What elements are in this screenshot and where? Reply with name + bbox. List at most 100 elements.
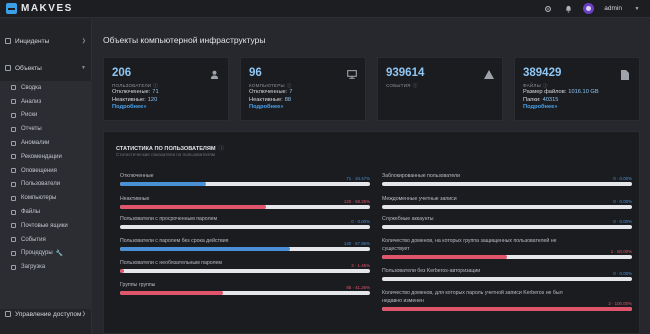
bell-icon[interactable] bbox=[563, 3, 573, 14]
info-icon[interactable]: ⓘ bbox=[153, 83, 158, 88]
info-icon[interactable]: ⓘ bbox=[219, 146, 225, 152]
sidebar-item[interactable]: Пользователи bbox=[0, 178, 92, 192]
warning-icon bbox=[484, 70, 494, 79]
user-stats-panel: СТАТИСТИКА ПО ПОЛЬЗОВАТЕЛЯМ ⓘ Статистичес… bbox=[103, 131, 640, 334]
computers-details-link[interactable]: Подробнее» bbox=[249, 104, 283, 110]
stat-value: 0 · 0.00% bbox=[613, 219, 632, 224]
chevron-down-icon[interactable]: ▼ bbox=[632, 3, 642, 14]
stat-row[interactable]: Количество доменов, для которых пароль у… bbox=[382, 290, 632, 312]
stat-row[interactable]: Пользователи с просроченным паролем 0 · 0… bbox=[120, 216, 370, 230]
stat-row[interactable]: Пользователи без Kerberos-авторизации 0 ·… bbox=[382, 268, 632, 282]
mailbox-icon bbox=[11, 223, 16, 229]
sidebar-item[interactable]: Компьютеры bbox=[0, 191, 92, 205]
progress-fill bbox=[120, 291, 224, 295]
sidebar-item[interactable]: Почтовые ящики bbox=[0, 219, 92, 233]
stats-subtitle: Статистические показатели по пользовател… bbox=[116, 152, 215, 157]
line-value: 120 bbox=[147, 97, 158, 103]
sidebar-section-label: Управление доступом bbox=[15, 310, 82, 318]
progress-bar bbox=[120, 182, 370, 186]
sidebar-section-incidents[interactable]: Инциденты ❯ bbox=[0, 34, 92, 48]
recommend-icon bbox=[11, 154, 16, 160]
sidebar-item[interactable]: Аномалии bbox=[0, 136, 92, 150]
sidebar-item[interactable]: Оповещения bbox=[0, 164, 92, 178]
files-icon bbox=[11, 209, 16, 215]
users-card: 206 ПОЛЬЗОВАТЕЛИ ⓘ Отключенные: 71 Неактив… bbox=[103, 57, 229, 121]
stat-row[interactable]: Служебные аккаунты 0 · 0.00% bbox=[382, 216, 632, 230]
sidebar-section-objects[interactable]: Объекты ▼ bbox=[0, 61, 92, 75]
events-count: 939614 bbox=[386, 67, 425, 79]
progress-fill bbox=[120, 205, 266, 209]
sidebar-list: Сводка Анализ Риски Отчеты Аномалии Рекоменда… bbox=[0, 81, 92, 309]
progress-bar bbox=[120, 225, 370, 229]
stat-value: 3 · 1.46% bbox=[351, 263, 370, 268]
sidebar-item[interactable]: Сводка bbox=[0, 81, 92, 95]
card-label-text: ПОЛЬЗОВАТЕЛИ bbox=[112, 83, 152, 88]
line-label: Папки: bbox=[523, 97, 541, 103]
info-icon[interactable]: ⓘ bbox=[413, 83, 418, 88]
users-details-link[interactable]: Подробнее» bbox=[112, 104, 146, 110]
sidebar-item-label: Файлы bbox=[21, 209, 41, 216]
chevron-right-icon: ❯ bbox=[81, 38, 86, 44]
stat-row[interactable]: Отключенные 71 · 34.47% bbox=[120, 173, 370, 187]
progress-bar bbox=[120, 205, 370, 209]
sidebar-item-label: Почтовые ящики bbox=[21, 222, 68, 229]
stat-label: Пользователи с необязательным паролем bbox=[120, 260, 222, 266]
line-value: 88 bbox=[284, 97, 292, 103]
progress-bar bbox=[382, 307, 632, 311]
username[interactable]: admin bbox=[604, 5, 622, 12]
stat-value: 1 · 50.00% bbox=[610, 249, 632, 254]
stat-value: 85 · 41.26% bbox=[346, 285, 370, 290]
sidebar-item[interactable]: Риски bbox=[0, 109, 92, 123]
stat-row[interactable]: Заблокированные пользователи 0 · 0.00% bbox=[382, 173, 632, 187]
stat-row[interactable]: Группы группы 85 · 41.26% bbox=[120, 282, 370, 296]
avatar[interactable] bbox=[583, 3, 595, 14]
sidebar-item[interactable]: Анализ bbox=[0, 95, 92, 109]
line-value: 40315 bbox=[542, 97, 559, 103]
progress-bar bbox=[120, 247, 370, 251]
stat-row[interactable]: Количество доменов, на которых группа за… bbox=[382, 238, 632, 260]
computers-icon bbox=[11, 195, 16, 201]
progress-bar bbox=[382, 182, 632, 186]
sidebar-item[interactable]: События bbox=[0, 233, 92, 247]
progress-bar bbox=[382, 205, 632, 209]
settings-icon[interactable] bbox=[543, 3, 553, 14]
procedures-badge: 🔧 bbox=[55, 250, 64, 257]
sidebar-item-label: Процедуры bbox=[21, 250, 53, 257]
sidebar-item-label: Пользователи bbox=[21, 181, 61, 188]
progress-bar bbox=[382, 255, 632, 259]
users-icon bbox=[11, 181, 16, 187]
stat-value: 0 · 0.00% bbox=[613, 176, 632, 181]
progress-fill bbox=[382, 307, 632, 311]
stats-title: СТАТИСТИКА ПО ПОЛЬЗОВАТЕЛЯМ ⓘ bbox=[116, 144, 224, 152]
files-size-line: Размер файлов: 1016.10 GB bbox=[523, 89, 599, 95]
sidebar-item[interactable]: Загрузка bbox=[0, 260, 92, 274]
stat-row[interactable]: Междоменные учетные записи 0 · 0.00% bbox=[382, 196, 632, 210]
sidebar-item[interactable]: Процедуры 🔧 bbox=[0, 247, 92, 261]
sidebar-section-label: Объекты bbox=[15, 64, 42, 72]
info-icon[interactable]: ⓘ bbox=[287, 83, 292, 88]
stat-row[interactable]: Пользователи с необязательным паролем 3 ·… bbox=[120, 260, 370, 274]
chevron-right-icon: ❯ bbox=[81, 311, 86, 317]
anomaly-icon bbox=[11, 140, 16, 146]
users-count: 206 bbox=[112, 67, 132, 79]
computers-disabled-line: Отключенные: 7 bbox=[249, 89, 292, 95]
card-label-text: СОБЫТИЯ bbox=[386, 83, 411, 88]
files-folders-line: Папки: 40315 bbox=[523, 97, 558, 103]
sidebar-section-label: Инциденты bbox=[15, 37, 50, 45]
sidebar-item[interactable]: Рекомендации bbox=[0, 150, 92, 164]
sidebar-item-label: Отчеты bbox=[21, 126, 42, 133]
sidebar-item[interactable]: Файлы bbox=[0, 205, 92, 219]
stat-value: 0 · 0.00% bbox=[613, 199, 632, 204]
logo[interactable]: MAKVES bbox=[6, 3, 73, 14]
progress-bar bbox=[382, 225, 632, 229]
progress-bar bbox=[382, 277, 632, 281]
files-details-link[interactable]: Подробнее» bbox=[523, 104, 557, 110]
progress-fill bbox=[382, 255, 507, 259]
info-icon[interactable]: ⓘ bbox=[543, 83, 548, 88]
sidebar-item[interactable]: Отчеты bbox=[0, 122, 92, 136]
events-card: 939614 СОБЫТИЯ ⓘ bbox=[377, 57, 503, 121]
stat-row[interactable]: Неактивные 120 · 58.25% bbox=[120, 196, 370, 210]
stat-value: 0 · 0.00% bbox=[351, 219, 370, 224]
stat-row[interactable]: Пользователи с паролем без срока действи… bbox=[120, 238, 370, 252]
sidebar-section-access[interactable]: Управление доступом ❯ bbox=[0, 307, 92, 321]
